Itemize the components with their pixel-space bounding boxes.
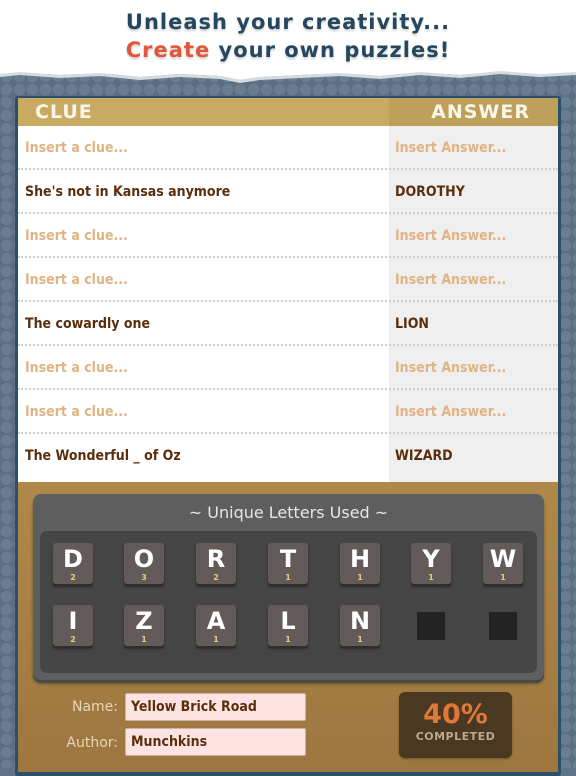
letter-tile: I2 bbox=[53, 605, 93, 646]
unique-letters-panel: ~ Unique Letters Used ~ D2O3R2T1H1Y1W1I2… bbox=[33, 494, 544, 680]
table-row: Insert a clue... Insert Answer... bbox=[18, 126, 558, 170]
torn-paper-edge bbox=[0, 66, 576, 83]
answer-field-placeholder[interactable]: Insert Answer... bbox=[395, 346, 555, 390]
tile-count: 2 bbox=[70, 573, 76, 582]
letter-tile: R2 bbox=[196, 543, 236, 584]
letter-tiles-grid: D2O3R2T1H1Y1W1I2Z1A1L1N1 bbox=[40, 531, 537, 673]
tile-count: 2 bbox=[70, 635, 76, 644]
table-row: She's not in Kansas anymore DOROTHY bbox=[18, 170, 558, 214]
answer-field-placeholder[interactable]: Insert Answer... bbox=[395, 258, 555, 302]
answer-column-header: ANSWER bbox=[431, 101, 530, 123]
tile-letter: D bbox=[63, 545, 83, 573]
clue-field-placeholder[interactable]: Insert a clue... bbox=[25, 214, 385, 258]
tile-count: 1 bbox=[357, 573, 363, 582]
answer-field[interactable]: LION bbox=[395, 302, 555, 346]
tile-letter: L bbox=[280, 607, 296, 635]
letter-tile: L1 bbox=[268, 605, 308, 646]
tile-count: 1 bbox=[285, 573, 291, 582]
tile-count: 1 bbox=[141, 635, 147, 644]
tile-letter: A bbox=[206, 607, 226, 635]
letter-tile: D2 bbox=[53, 543, 93, 584]
clue-answer-table: CLUE ANSWER Insert a clue... Insert Answe… bbox=[18, 98, 558, 482]
tile-letter: R bbox=[206, 545, 226, 573]
clue-field-placeholder[interactable]: Insert a clue... bbox=[25, 258, 385, 302]
tile-letter: O bbox=[133, 545, 155, 573]
name-label: Name: bbox=[71, 699, 118, 715]
clue-field-placeholder[interactable]: Insert a clue... bbox=[25, 346, 385, 390]
table-header: CLUE ANSWER bbox=[18, 98, 558, 126]
letter-tile: N1 bbox=[340, 605, 380, 646]
table-row: Insert a clue... Insert Answer... bbox=[18, 390, 558, 434]
answer-field-placeholder[interactable]: Insert Answer... bbox=[395, 390, 555, 434]
author-label: Author: bbox=[66, 735, 118, 751]
answer-field-placeholder[interactable]: Insert Answer... bbox=[395, 214, 555, 258]
tile-letter: Z bbox=[135, 607, 153, 635]
tile-letter: H bbox=[349, 545, 371, 573]
table-row: The cowardly one LION bbox=[18, 302, 558, 346]
table-row: Insert a clue... Insert Answer... bbox=[18, 214, 558, 258]
completion-percent: 40% bbox=[423, 699, 488, 730]
table-row: Insert a clue... Insert Answer... bbox=[18, 258, 558, 302]
tile-count: 2 bbox=[213, 573, 219, 582]
answer-field[interactable]: DOROTHY bbox=[395, 170, 555, 214]
letter-tile: Y1 bbox=[411, 543, 451, 584]
name-input[interactable]: Yellow Brick Road bbox=[125, 693, 306, 721]
answer-field[interactable]: WIZARD bbox=[395, 434, 555, 478]
completion-label: COMPLETED bbox=[415, 730, 496, 743]
clue-column-header: CLUE bbox=[35, 101, 93, 123]
clue-field[interactable]: The Wonderful _ of Oz bbox=[25, 434, 385, 478]
banner-subheadline: Create your own puzzles! bbox=[0, 36, 576, 64]
letter-tile: H1 bbox=[340, 543, 380, 584]
tile-letter: Y bbox=[422, 545, 440, 573]
tile-count: 1 bbox=[500, 573, 506, 582]
clue-field[interactable]: The cowardly one bbox=[25, 302, 385, 346]
letter-tile: O3 bbox=[124, 543, 164, 584]
tile-count: 1 bbox=[357, 635, 363, 644]
letter-tile: W1 bbox=[483, 543, 523, 584]
unique-letters-title: ~ Unique Letters Used ~ bbox=[188, 503, 389, 522]
tile-letter: I bbox=[68, 607, 78, 635]
banner-headline: Unleash your creativity... bbox=[125, 10, 451, 34]
empty-letter-slot bbox=[489, 612, 517, 640]
bottom-section: ~ Unique Letters Used ~ D2O3R2T1H1Y1W1I2… bbox=[18, 482, 558, 772]
completion-badge: 40% COMPLETED bbox=[399, 692, 512, 758]
tile-count: 1 bbox=[213, 635, 219, 644]
promo-banner: Unleash your creativity... Create your o… bbox=[0, 0, 576, 74]
tile-letter: N bbox=[349, 607, 371, 635]
tile-letter: W bbox=[489, 545, 517, 573]
tile-count: 3 bbox=[141, 573, 147, 582]
tile-letter: T bbox=[279, 545, 297, 573]
clue-field-placeholder[interactable]: Insert a clue... bbox=[25, 126, 385, 170]
clue-field[interactable]: She's not in Kansas anymore bbox=[25, 170, 385, 214]
tile-count: 1 bbox=[428, 573, 434, 582]
banner-accent-word: Create bbox=[125, 38, 211, 62]
letter-tile: Z1 bbox=[124, 605, 164, 646]
banner-subheadline-rest: your own puzzles! bbox=[210, 38, 451, 62]
author-input[interactable]: Munchkins bbox=[125, 728, 306, 756]
letter-tile: A1 bbox=[196, 605, 236, 646]
table-row: Insert a clue... Insert Answer... bbox=[18, 346, 558, 390]
table-row: The Wonderful _ of Oz WIZARD bbox=[18, 434, 558, 478]
answer-field-placeholder[interactable]: Insert Answer... bbox=[395, 126, 555, 170]
empty-letter-slot bbox=[417, 612, 445, 640]
clue-field-placeholder[interactable]: Insert a clue... bbox=[25, 390, 385, 434]
tile-count: 1 bbox=[285, 635, 291, 644]
letter-tile: T1 bbox=[268, 543, 308, 584]
